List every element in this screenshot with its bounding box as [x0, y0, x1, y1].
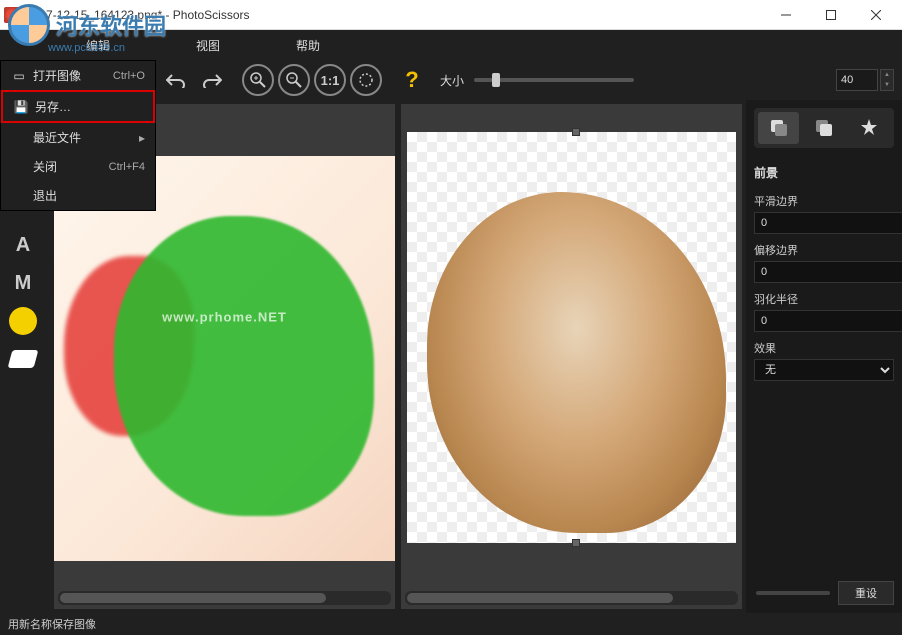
offset-label: 偏移边界 — [754, 242, 894, 258]
zoom-in-button[interactable] — [242, 64, 274, 96]
menu-recent-files[interactable]: 最近文件 ▸ — [1, 123, 155, 152]
result-canvas[interactable] — [401, 104, 742, 609]
chevron-down-icon[interactable]: ▼ — [881, 80, 893, 90]
tab-effects[interactable] — [849, 112, 890, 144]
brush-size-spinner[interactable]: ▲ ▼ — [880, 69, 894, 91]
smooth-label: 平滑边界 — [754, 193, 894, 209]
titlebar: 2017-12-15_164123.png* - PhotoScissors — [0, 0, 902, 30]
selection-handle[interactable] — [572, 128, 580, 136]
menubar: 编辑 视图 帮助 — [0, 30, 902, 60]
menu-view[interactable]: 视图 — [178, 31, 238, 60]
smooth-input[interactable] — [754, 212, 902, 234]
feather-input[interactable] — [754, 310, 902, 332]
menu-edit[interactable]: 编辑 — [68, 31, 128, 60]
chevron-right-icon: ▸ — [139, 131, 145, 145]
menu-save-as[interactable]: 💾 另存… — [1, 90, 155, 123]
scrollbar-horizontal[interactable] — [58, 591, 391, 605]
window-title: 2017-12-15_164123.png* - PhotoScissors — [26, 8, 763, 22]
save-icon: 💾 — [13, 99, 29, 115]
zoom-out-button[interactable] — [278, 64, 310, 96]
section-title: 前景 — [754, 164, 894, 181]
tool-auto[interactable]: A — [5, 230, 41, 260]
scrollbar-horizontal[interactable] — [405, 591, 738, 605]
effect-select[interactable]: 无 — [754, 359, 894, 381]
reset-button[interactable]: 重设 — [838, 581, 894, 605]
feather-label: 羽化半径 — [754, 291, 894, 307]
properties-panel: 前景 平滑边界 ▲▼ 偏移边界 ▲▼ 羽化半径 ▲▼ 效果 无 重设 — [746, 100, 902, 613]
tool-manual[interactable]: M — [5, 268, 41, 298]
chevron-up-icon[interactable]: ▲ — [881, 70, 893, 80]
file-menu-dropdown: ▭ 打开图像 Ctrl+O 💾 另存… 最近文件 ▸ 关闭 Ctrl+F4 退出 — [0, 60, 156, 211]
redo-button[interactable] — [196, 64, 228, 96]
status-text: 用新名称保存图像 — [8, 616, 96, 632]
tab-background[interactable] — [803, 112, 844, 144]
help-button[interactable]: ? — [396, 64, 428, 96]
offset-input[interactable] — [754, 261, 902, 283]
undo-button[interactable] — [160, 64, 192, 96]
menu-exit[interactable]: 退出 — [1, 181, 155, 210]
brush-size-slider[interactable] — [474, 78, 634, 82]
app-icon — [4, 7, 20, 23]
tab-foreground[interactable] — [758, 112, 799, 144]
open-icon: ▭ — [11, 68, 27, 84]
menu-open-image[interactable]: ▭ 打开图像 Ctrl+O — [1, 61, 155, 90]
menu-close[interactable]: 关闭 Ctrl+F4 — [1, 152, 155, 181]
selection-handle[interactable] — [572, 539, 580, 547]
effect-label: 效果 — [754, 340, 894, 356]
zoom-actual-button[interactable]: 1:1 — [314, 64, 346, 96]
size-label: 大小 — [440, 72, 464, 89]
close-button[interactable] — [853, 1, 898, 29]
tool-marker[interactable] — [5, 306, 41, 336]
maximize-button[interactable] — [808, 1, 853, 29]
menu-help[interactable]: 帮助 — [278, 31, 338, 60]
minimize-button[interactable] — [763, 1, 808, 29]
zoom-fit-button[interactable] — [350, 64, 382, 96]
canvas-watermark: www.prhome.NET — [162, 309, 287, 324]
panel-slider[interactable] — [756, 591, 830, 595]
tool-eraser[interactable] — [5, 344, 41, 374]
brush-size-input[interactable] — [836, 69, 878, 91]
